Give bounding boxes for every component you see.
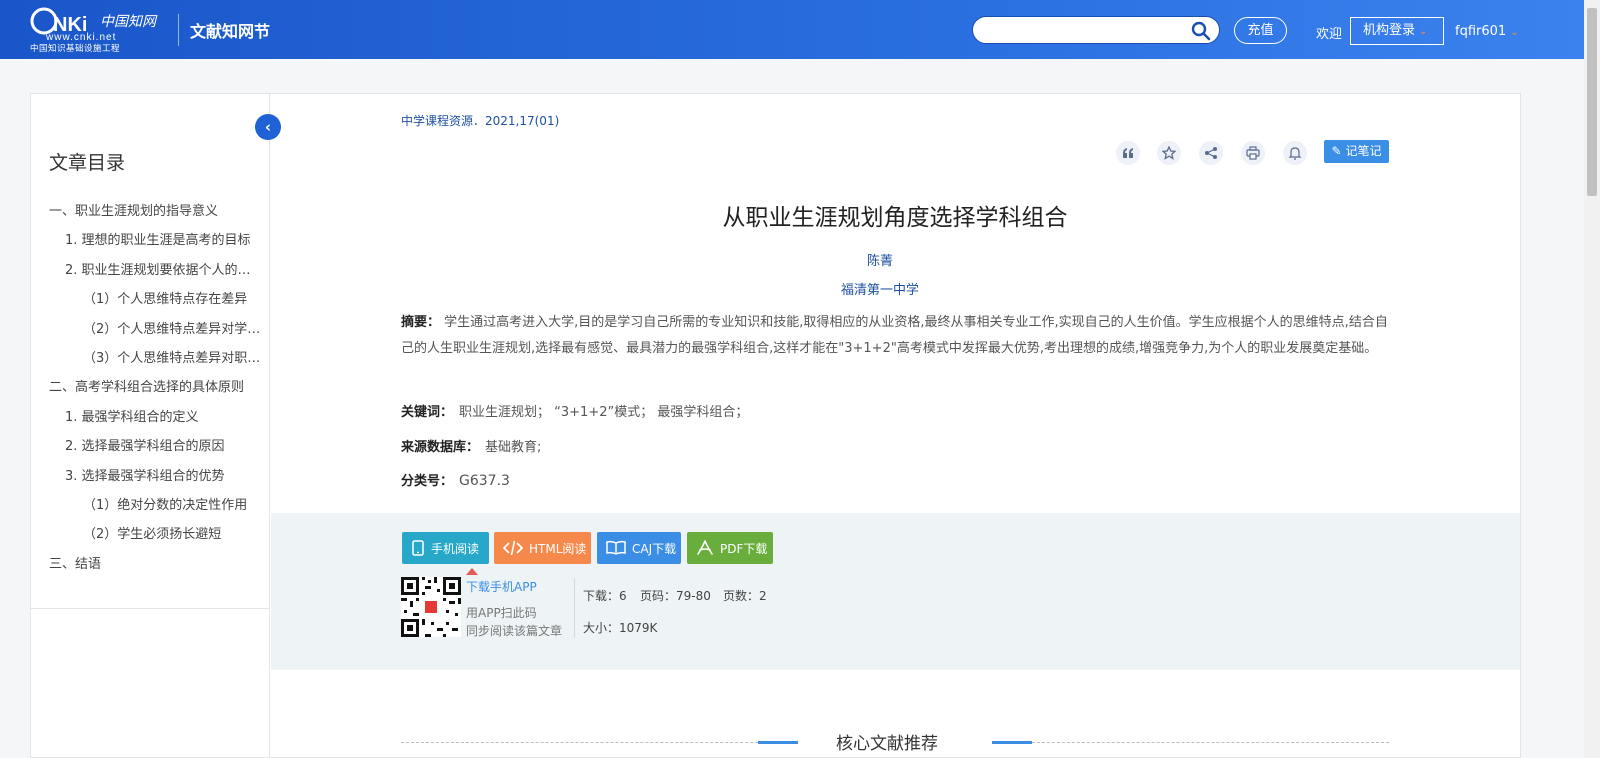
- database-row: 来源数据库： 基础教育;: [401, 436, 541, 455]
- keywords-label: 关键词：: [401, 405, 454, 420]
- caj-download-label: CAJ下载: [632, 541, 677, 556]
- classification-row: 分类号： G637.3: [401, 470, 510, 489]
- author-link[interactable]: 陈菁: [401, 250, 1359, 269]
- scrollbar-thumb[interactable]: [1587, 8, 1597, 196]
- abstract-label: 摘要：: [401, 315, 441, 330]
- phone-icon: [412, 540, 424, 556]
- toc-item[interactable]: （2）个人思维特点差异对学科选择的影响: [49, 315, 261, 344]
- database-label: 来源数据库：: [401, 440, 480, 455]
- take-note-button[interactable]: ✎ 记笔记: [1324, 140, 1389, 163]
- toc-list: 一、职业生涯规划的指导意义 1. 理想的职业生涯是高考的目标 2. 职业生涯规划…: [49, 197, 261, 579]
- star-icon: [1162, 146, 1176, 160]
- favorite-button[interactable]: [1157, 141, 1181, 165]
- top-header: NKi 中国知网 www.cnki.net 中国知识基础设施工程 文献知网节 充…: [0, 0, 1584, 59]
- org-login-label: 机构登录: [1363, 23, 1416, 38]
- book-icon: [606, 540, 626, 555]
- logo-divider: [178, 14, 179, 46]
- recommend-accent-right: [992, 741, 1032, 744]
- share-icon: [1205, 147, 1217, 159]
- chevron-down-icon: ⌄: [1510, 27, 1519, 38]
- organization-link[interactable]: 福清第一中学: [401, 279, 1359, 298]
- pencil-icon: ✎: [1331, 144, 1342, 158]
- quote-icon: [1123, 148, 1133, 158]
- chevron-left-icon: ‹: [264, 118, 272, 136]
- svg-text:www.cnki.net: www.cnki.net: [45, 32, 116, 43]
- page-count: 页数：2: [723, 589, 767, 603]
- file-size: 大小：1079K: [583, 621, 658, 635]
- qr-code-icon: [401, 577, 461, 637]
- toc-item[interactable]: （1）绝对分数的决定性作用: [49, 491, 261, 520]
- paper-title: 从职业生涯规划角度选择学科组合: [722, 205, 1068, 231]
- user-menu[interactable]: fqfir601 ⌄: [1455, 24, 1519, 39]
- classification-value: G637.3: [459, 473, 510, 489]
- svg-text:中国知网: 中国知网: [100, 14, 158, 30]
- cite-button[interactable]: [1116, 141, 1140, 165]
- html-read-label: HTML阅读: [529, 541, 587, 556]
- mobile-read-label: 手机阅读: [431, 541, 480, 556]
- recommend-accent-left: [758, 741, 798, 744]
- classification-label: 分类号：: [401, 474, 454, 489]
- abstract-text: 学生通过高考进入大学,目的是学习自己所需的专业知识和技能,取得相应的从业资格,最…: [401, 315, 1388, 356]
- toc-item[interactable]: （1）个人思维特点存在差异: [49, 285, 261, 314]
- org-login-button[interactable]: 机构登录 ⌄: [1350, 17, 1444, 45]
- toc-title: 文章目录: [49, 152, 126, 174]
- toc-item[interactable]: 1. 最强学科组合的定义: [49, 403, 261, 432]
- app-hint-sync: 同步阅读该篇文章: [466, 624, 563, 638]
- cnki-logo[interactable]: NKi 中国知网 www.cnki.net 中国知识基础设施工程: [28, 4, 173, 54]
- toc-item[interactable]: 三、结语: [49, 550, 261, 579]
- toc-item[interactable]: （3）个人思维特点差异对职业选择的影响: [49, 344, 261, 373]
- toc-item[interactable]: 3. 选择最强学科组合的优势: [49, 462, 261, 491]
- caj-download-button[interactable]: CAJ下载: [597, 532, 681, 564]
- chevron-down-icon: ⌄: [1419, 26, 1428, 37]
- toc-item[interactable]: 2. 职业生涯规划要依据个人的思维特点: [49, 256, 261, 285]
- collapse-sidebar-button[interactable]: ‹: [255, 114, 281, 140]
- svg-text:中国知识基础设施工程: 中国知识基础设施工程: [30, 43, 120, 54]
- bell-icon: [1288, 147, 1302, 160]
- welcome-label: 欢迎: [1316, 27, 1343, 42]
- recommend-title: 核心文献推荐: [836, 734, 938, 754]
- note-label: 记笔记: [1345, 144, 1382, 158]
- recharge-button[interactable]: 充值: [1234, 17, 1287, 44]
- pdf-download-label: PDF下载: [720, 541, 768, 556]
- toc-item[interactable]: （2）学生必须扬长避短: [49, 520, 261, 549]
- abstract: 摘要： 学生通过高考进入大学,目的是学习自己所需的专业知识和技能,取得相应的从业…: [401, 310, 1391, 362]
- page-range: 页码：79-80: [640, 589, 711, 603]
- toc-item[interactable]: 二、高考学科组合选择的具体原则: [49, 373, 261, 402]
- pdf-download-button[interactable]: PDF下载: [687, 532, 773, 564]
- toc-item[interactable]: 2. 选择最强学科组合的原因: [49, 432, 261, 461]
- subscribe-button[interactable]: [1283, 141, 1307, 165]
- pdf-icon: [697, 540, 713, 555]
- keywords-links[interactable]: 职业生涯规划； “3+1+2”模式； 最强学科组合；: [459, 405, 748, 420]
- recommend-divider-right: [992, 742, 1389, 743]
- download-count: 下载：6: [583, 589, 627, 603]
- search-input[interactable]: [972, 16, 1220, 44]
- site-title: 文献知网节: [190, 22, 271, 41]
- toc-item[interactable]: 1. 理想的职业生涯是高考的目标: [49, 226, 261, 255]
- username: fqfir601: [1455, 24, 1507, 39]
- app-hint-scan: 用APP扫此码: [466, 606, 537, 620]
- pointer-arrow-icon: [466, 568, 478, 575]
- search-icon[interactable]: [1191, 21, 1211, 41]
- recommend-divider-left: [401, 742, 798, 743]
- print-icon: [1246, 146, 1260, 160]
- toc-divider: [31, 608, 269, 609]
- database-value: 基础教育;: [485, 440, 542, 455]
- mobile-read-button[interactable]: 手机阅读: [402, 532, 489, 564]
- journal-source-link[interactable]: 中学课程资源．2021,17(01): [401, 112, 559, 129]
- html-read-button[interactable]: HTML阅读: [494, 532, 591, 564]
- code-icon: [503, 540, 523, 556]
- download-app-link[interactable]: 下载手机APP: [466, 578, 537, 595]
- share-button[interactable]: [1199, 141, 1223, 165]
- keywords-row: 关键词： 职业生涯规划； “3+1+2”模式； 最强学科组合；: [401, 401, 748, 420]
- toc-item[interactable]: 一、职业生涯规划的指导意义: [49, 197, 261, 226]
- download-divider: [574, 578, 575, 638]
- print-button[interactable]: [1241, 141, 1265, 165]
